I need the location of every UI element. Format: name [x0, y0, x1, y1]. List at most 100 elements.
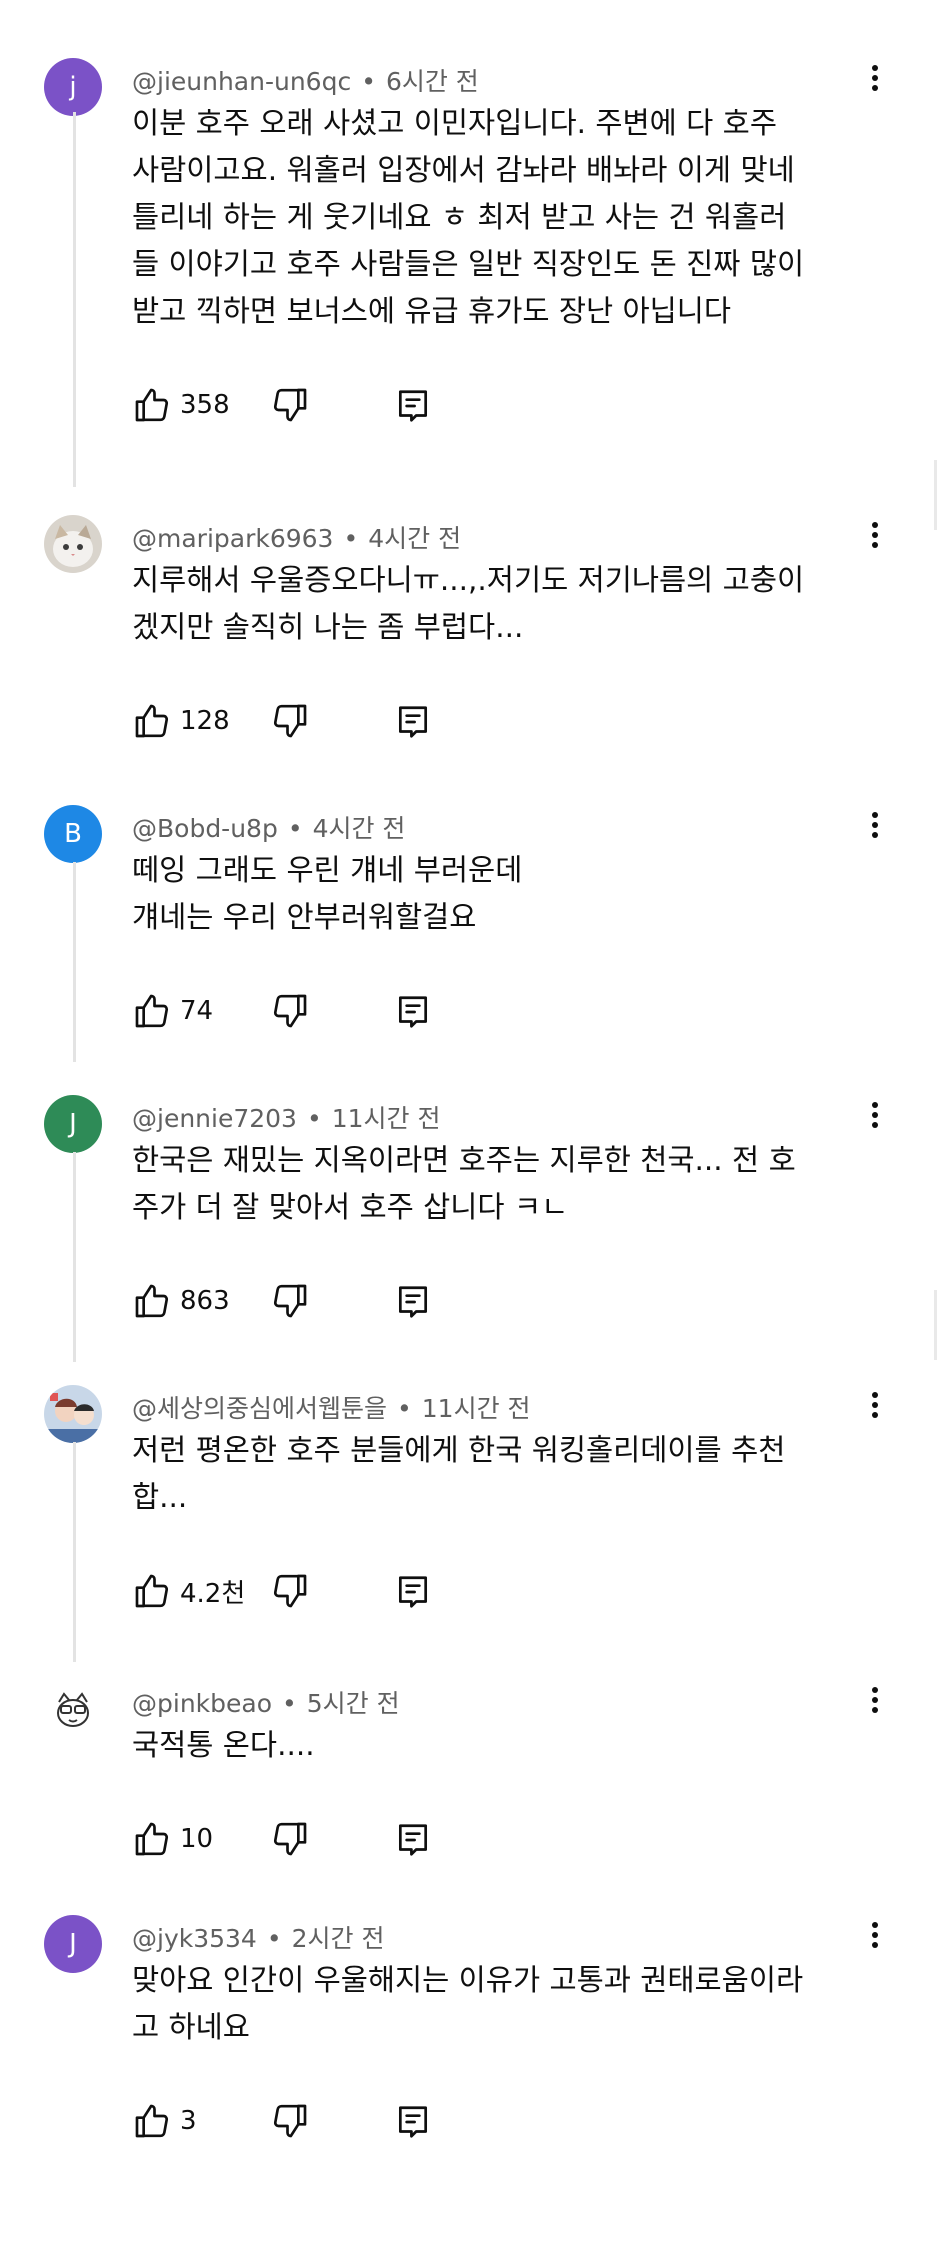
comment-text: 국적통 온다....: [132, 1722, 872, 1769]
reply-thread-line[interactable]: [73, 862, 76, 1062]
reply-icon: [398, 390, 428, 422]
more-actions-button[interactable]: [860, 805, 890, 845]
kebab-icon: [872, 1687, 878, 1713]
like-count: 863: [180, 1286, 230, 1316]
comment-text-line: 합...: [132, 1480, 188, 1514]
avatar[interactable]: J: [44, 1915, 102, 1973]
cartoon-avatar: [44, 1385, 102, 1443]
comment-handle[interactable]: @jieunhan-un6qc: [132, 67, 351, 96]
comment-text-line: 받고 끽하면 보너스에 유급 휴가도 장난 아닙니다: [132, 294, 732, 328]
reply-button[interactable]: [394, 1573, 432, 1615]
like-button[interactable]: 863: [132, 1281, 230, 1321]
comment-time[interactable]: 4시간 전: [368, 524, 461, 553]
thumbs-up-icon: [135, 1284, 169, 1318]
comment-text-line: 들 이야기고 호주 사람들은 일반 직장인도 돈 진짜 많이: [132, 247, 805, 281]
dislike-button[interactable]: [270, 385, 310, 429]
comment-handle[interactable]: @jyk3534: [132, 1924, 257, 1953]
like-button[interactable]: 10: [132, 1819, 213, 1859]
comment-text: 이분 호주 오래 사셨고 이민자입니다. 주변에 다 호주 사람이고요. 워홀러 …: [132, 100, 872, 335]
reply-icon: [398, 1824, 428, 1856]
dislike-button[interactable]: [270, 991, 310, 1035]
like-count: 74: [180, 996, 214, 1026]
like-count: 3: [180, 2106, 197, 2136]
more-actions-button[interactable]: [860, 58, 890, 98]
reply-icon: [398, 1286, 428, 1318]
comment-text-line: 맞아요 인간이 우울해지는 이유가 고통과 권태로움이라: [132, 1963, 804, 1997]
reply-button[interactable]: [394, 1283, 432, 1325]
reply-button[interactable]: [394, 1821, 432, 1863]
more-actions-button[interactable]: [860, 1915, 890, 1955]
like-count: 4.2천: [180, 1578, 246, 1609]
comment-text-line: 떼잉 그래도 우린 걔네 부러운데: [132, 853, 523, 887]
thumbs-up-icon: [135, 994, 169, 1028]
comment-handle[interactable]: @Bobd-u8p: [132, 814, 278, 843]
avatar[interactable]: j: [44, 58, 102, 116]
comment-meta: @maripark6963 • 4시간 전: [132, 519, 461, 555]
comment-time[interactable]: 2시간 전: [292, 1924, 385, 1953]
dislike-button[interactable]: [270, 1571, 310, 1615]
comment-text: 지루해서 우울증오다니ㅠ...,.저기도 저기나름의 고충이 겠지만 솔직히 나는…: [132, 557, 872, 651]
reply-thread-line[interactable]: [73, 1442, 76, 1662]
doodle-avatar: [44, 1680, 102, 1738]
avatar[interactable]: B: [44, 805, 102, 863]
comment-time[interactable]: 11시간 전: [332, 1104, 441, 1133]
comment-time[interactable]: 4시간 전: [313, 814, 406, 843]
like-button[interactable]: 74: [132, 991, 213, 1031]
avatar-letter: J: [69, 1929, 77, 1959]
separator-dot: •: [287, 814, 303, 843]
comment-time[interactable]: 11시간 전: [422, 1394, 531, 1423]
comment-text-line: 한국은 재밌는 지옥이라면 호주는 지루한 천국... 전 호: [132, 1143, 796, 1177]
thumbs-down-icon: [273, 1284, 307, 1318]
reply-thread-line[interactable]: [73, 112, 76, 487]
more-actions-button[interactable]: [860, 515, 890, 555]
comment-meta: @Bobd-u8p • 4시간 전: [132, 809, 405, 845]
avatar-letter: J: [69, 1109, 77, 1139]
comment-text-line: 주가 더 잘 맞아서 호주 삽니다 ㅋㄴ: [132, 1190, 569, 1224]
dislike-button[interactable]: [270, 1819, 310, 1863]
comment-text-line: 저런 평온한 호주 분들에게 한국 워킹홀리데이를 추천: [132, 1433, 786, 1467]
reply-button[interactable]: [394, 993, 432, 1035]
separator-dot: •: [343, 524, 359, 553]
avatar[interactable]: [44, 515, 102, 573]
reply-button[interactable]: [394, 703, 432, 745]
like-button[interactable]: 358: [132, 385, 230, 425]
like-count: 128: [180, 706, 230, 736]
like-button[interactable]: 4.2천: [132, 1571, 245, 1611]
comment-text: 한국은 재밌는 지옥이라면 호주는 지루한 천국... 전 호주가 더 잘 맞아…: [132, 1137, 872, 1231]
avatar-letter: j: [69, 72, 77, 102]
comment-meta: @jyk3534 • 2시간 전: [132, 1919, 384, 1955]
avatar[interactable]: J: [44, 1095, 102, 1153]
dislike-button[interactable]: [270, 701, 310, 745]
more-actions-button[interactable]: [860, 1385, 890, 1425]
dislike-button[interactable]: [270, 2101, 310, 2145]
separator-dot: •: [266, 1924, 282, 1953]
separator-dot: •: [282, 1689, 297, 1718]
thumbs-down-icon: [273, 994, 307, 1028]
like-button[interactable]: 3: [132, 2101, 197, 2141]
comment-handle[interactable]: @세상의중심에서웹툰을: [132, 1394, 387, 1423]
comment-time[interactable]: 6시간 전: [386, 67, 479, 96]
dislike-button[interactable]: [270, 1281, 310, 1325]
reply-thread-line[interactable]: [73, 1152, 76, 1362]
comment-meta: @세상의중심에서웹툰을 • 11시간 전: [132, 1389, 531, 1425]
reply-button[interactable]: [394, 2103, 432, 2145]
reply-icon: [398, 1576, 428, 1608]
more-actions-button[interactable]: [860, 1680, 890, 1720]
comment-handle[interactable]: @maripark6963: [132, 524, 333, 553]
comment-actions: 128: [132, 701, 552, 745]
avatar[interactable]: [44, 1680, 102, 1738]
comment-text-line: 국적통 온다....: [132, 1728, 315, 1762]
like-button[interactable]: 128: [132, 701, 230, 741]
avatar[interactable]: [44, 1385, 102, 1443]
more-actions-button[interactable]: [860, 1095, 890, 1135]
kebab-icon: [872, 1922, 878, 1948]
comment-handle[interactable]: @pinkbeao: [132, 1689, 272, 1718]
thumbs-down-icon: [273, 1574, 307, 1608]
thumbs-up-icon: [135, 704, 169, 738]
reply-button[interactable]: [394, 387, 432, 429]
like-count: 10: [180, 1824, 214, 1854]
comment-handle[interactable]: @jennie7203: [132, 1104, 297, 1133]
kebab-icon: [872, 1102, 878, 1128]
comment-time[interactable]: 5시간 전: [307, 1689, 400, 1718]
kebab-icon: [872, 812, 878, 838]
